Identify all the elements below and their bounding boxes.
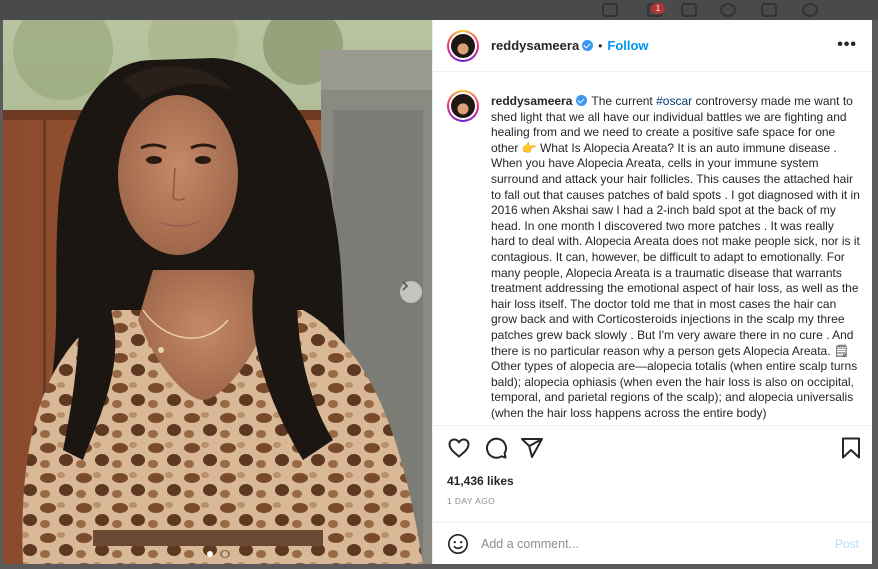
caption-username[interactable]: reddysameera <box>491 94 572 108</box>
comment-button[interactable] <box>484 436 508 465</box>
create-icon[interactable] <box>681 3 697 17</box>
share-button[interactable] <box>520 436 544 465</box>
verified-icon <box>576 95 588 106</box>
caption-avatar[interactable] <box>447 90 479 122</box>
post-modal: reddysameera • Follow ••• reddysameera The … <box>3 20 872 564</box>
browser-topbar: 1 <box>0 0 878 20</box>
carousel-dot <box>221 551 228 557</box>
bookmark-icon <box>842 437 860 459</box>
separator: • <box>598 39 603 53</box>
next-photo-button[interactable] <box>400 281 422 303</box>
hashtag-link[interactable]: #oscar <box>656 94 692 108</box>
comment-icon <box>486 437 508 459</box>
verified-icon <box>582 40 594 51</box>
post-photo <box>3 20 432 564</box>
post-comment-button[interactable]: Post <box>835 537 859 551</box>
home-icon[interactable] <box>602 3 618 17</box>
caption-text: reddysameera The current #oscar controver… <box>491 94 861 421</box>
like-button[interactable] <box>447 436 471 465</box>
carousel-dot-active <box>207 551 214 557</box>
header-username[interactable]: reddysameera <box>491 38 579 53</box>
post-image <box>3 20 432 564</box>
post-side-panel: reddysameera • Follow ••• reddysameera The … <box>432 20 872 564</box>
comment-input[interactable] <box>481 535 801 553</box>
notification-badge: 1 <box>651 3 665 14</box>
profile-icon[interactable] <box>802 3 818 17</box>
caption-area: reddysameera The current #oscar controver… <box>433 72 872 425</box>
explore-icon[interactable] <box>720 3 736 17</box>
more-icon[interactable]: ••• <box>837 36 857 54</box>
pointing-emoji: 👉 <box>521 140 537 155</box>
post-timestamp[interactable]: 1 DAY AGO <box>447 496 495 506</box>
carousel-dots <box>3 544 432 562</box>
comment-row: Post <box>433 522 872 564</box>
caption-intro: The current <box>591 94 657 108</box>
post-actions: 41,436 likes 1 DAY AGO Post <box>433 425 872 564</box>
save-button[interactable] <box>841 436 861 465</box>
likes-icon[interactable] <box>761 3 777 17</box>
share-icon <box>521 438 543 458</box>
likes-count[interactable]: 41,436 likes <box>447 474 514 488</box>
caption-body-end: Other types of alopecia are—alopecia tot… <box>491 359 858 420</box>
caption-body: What Is Alopecia Areata? It is an auto i… <box>491 140 860 358</box>
heart-icon <box>448 438 470 458</box>
avatar[interactable] <box>447 30 479 62</box>
post-header: reddysameera • Follow ••• <box>433 20 872 72</box>
notepad-emoji: 🗒 <box>833 343 850 358</box>
emoji-button[interactable] <box>447 533 469 560</box>
chevron-right-icon <box>402 281 409 291</box>
follow-button[interactable]: Follow <box>607 38 648 53</box>
emoji-icon <box>448 534 468 554</box>
